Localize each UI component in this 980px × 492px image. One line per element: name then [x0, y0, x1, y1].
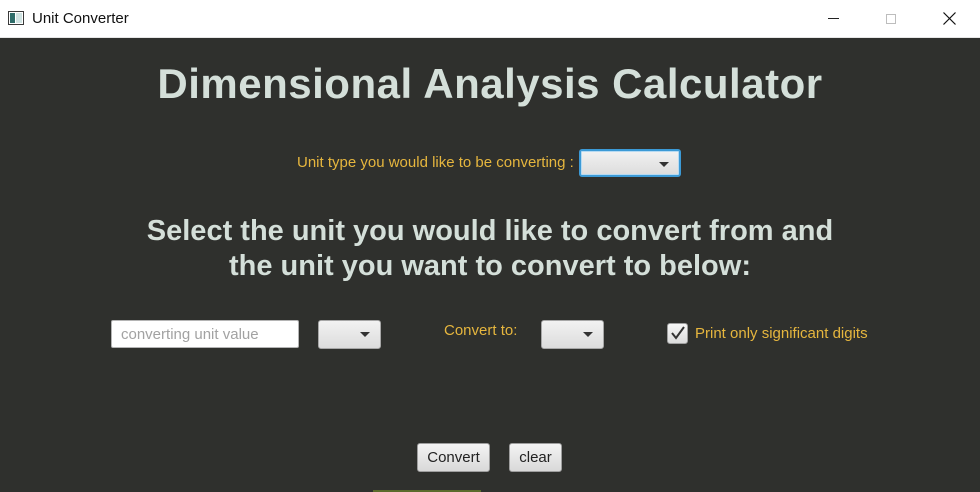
close-button[interactable] — [920, 0, 978, 37]
window-titlebar[interactable]: Unit Converter — [0, 0, 980, 38]
significant-digits-label[interactable]: Print only significant digits — [695, 325, 868, 342]
page-title: Dimensional Analysis Calculator — [157, 60, 823, 107]
close-icon — [942, 12, 956, 25]
converter-panel: Dimensional Analysis Calculator Unit typ… — [0, 38, 980, 492]
significant-digits-checkbox[interactable] — [667, 323, 688, 344]
to-unit-dropdown[interactable] — [541, 320, 604, 349]
convert-to-label: Convert to: — [444, 322, 518, 339]
instructions-line-2: the unit you want to convert to below: — [229, 250, 751, 282]
checkmark-icon — [671, 326, 685, 340]
clear-button[interactable]: clear — [509, 443, 562, 472]
unit-value-input[interactable] — [111, 320, 299, 348]
unit-type-dropdown[interactable] — [579, 149, 681, 177]
maximize-icon — [886, 13, 896, 24]
from-unit-dropdown[interactable] — [318, 320, 381, 349]
maximize-button[interactable] — [862, 0, 920, 37]
unit-type-label: Unit type you would like to be convertin… — [297, 154, 574, 171]
convert-button[interactable]: Convert — [417, 443, 490, 472]
chevron-down-icon — [583, 332, 593, 337]
instructions-line-1: Select the unit you would like to conver… — [146, 215, 834, 247]
app-window-icon — [8, 11, 24, 25]
chevron-down-icon — [360, 332, 370, 337]
window-title: Unit Converter — [32, 10, 129, 27]
minimize-icon — [827, 18, 839, 19]
chevron-down-icon — [659, 162, 669, 167]
instructions-heading: Select the unit you would like to conver… — [0, 214, 980, 284]
minimize-button[interactable] — [804, 0, 862, 37]
